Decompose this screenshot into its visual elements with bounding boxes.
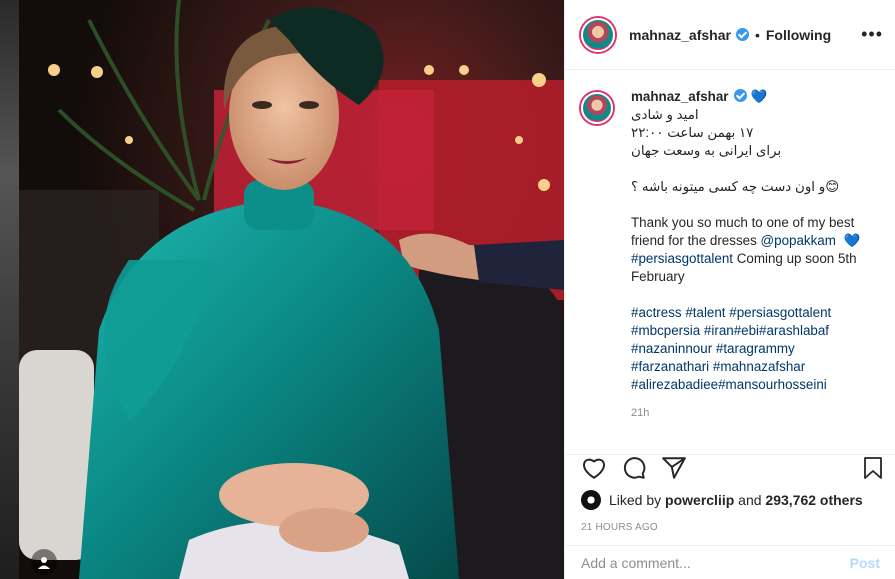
hashtags-line[interactable]: #mbcpersia #iran#ebi#arashlabaf — [631, 322, 876, 340]
send-icon[interactable] — [661, 455, 687, 481]
separator-dot: • — [754, 26, 760, 43]
caption-thanks: Thank you so much to one of my best frie… — [631, 215, 861, 284]
instagram-post-modal: mahnaz_afshar • Following ••• mahnaz_afs… — [0, 0, 895, 579]
user-tag-icon[interactable] — [31, 549, 57, 575]
comment-icon[interactable] — [621, 455, 647, 481]
hashtag-link[interactable]: #persiasgottalent — [631, 251, 733, 266]
smile-emoji-icon: 😊 — [825, 179, 840, 194]
comment-bar: Add a comment... Post — [565, 545, 895, 579]
verified-badge-icon — [735, 28, 749, 41]
avatar[interactable] — [581, 17, 615, 52]
caption-line: 😊و اون دست چه کسی میتونه باشه ؟ — [631, 179, 840, 194]
following-button[interactable]: Following — [766, 27, 831, 43]
blue-heart-icon: 💙 — [843, 233, 861, 248]
caption-line: ۱۷ بهمن ساعت ۲۲:۰۰ — [631, 125, 754, 140]
likes-summary: Liked by powercliip and 293,762 others — [581, 490, 863, 510]
background-previous-post — [0, 0, 19, 579]
post-comment-button[interactable]: Post — [850, 555, 880, 571]
mention-link[interactable]: @popakkam — [761, 233, 836, 248]
caption-line: امید و شادی — [631, 107, 699, 122]
caption-area: mahnaz_afshar 💙 امید و شادی ۱۷ بهمن ساعت … — [565, 70, 895, 454]
caption-text: mahnaz_afshar 💙 امید و شادی ۱۷ بهمن ساعت … — [631, 88, 876, 422]
post-header: mahnaz_afshar • Following ••• — [565, 0, 895, 70]
hashtags-line[interactable]: #actress #talent #persiasgottalent — [631, 304, 876, 322]
blue-heart-icon: 💙 — [750, 89, 768, 104]
liker-avatar[interactable] — [581, 490, 601, 510]
heart-icon[interactable] — [581, 455, 607, 481]
post-photo-image — [19, 0, 564, 579]
comment-input[interactable]: Add a comment... — [581, 555, 850, 571]
hashtags-line[interactable]: #alirezabadiee#mansourhosseini — [631, 376, 876, 394]
post-timestamp[interactable]: 21 HOURS AGO — [581, 522, 658, 533]
caption-line: برای ایرانی به وسعت جهان — [631, 143, 782, 158]
more-options-icon[interactable]: ••• — [861, 24, 883, 45]
hashtags-line[interactable]: #nazaninnour #taragrammy — [631, 340, 876, 358]
hashtags-line[interactable]: #farzanathari #mahnazafshar — [631, 358, 876, 376]
bookmark-icon[interactable] — [861, 455, 885, 481]
liker-username[interactable]: powercliip — [665, 492, 734, 508]
action-section: Liked by powercliip and 293,762 others 2… — [565, 454, 895, 579]
post-side-panel: mahnaz_afshar • Following ••• mahnaz_afs… — [564, 0, 895, 579]
caption-age: 21h — [631, 407, 650, 419]
caption-avatar[interactable] — [581, 92, 613, 124]
likes-count-link[interactable]: 293,762 others — [765, 492, 862, 508]
caption-username[interactable]: mahnaz_afshar — [631, 89, 729, 104]
verified-badge-icon — [733, 89, 747, 102]
post-photo[interactable] — [19, 0, 564, 579]
action-icons — [565, 455, 895, 485]
username-link[interactable]: mahnaz_afshar — [629, 27, 731, 43]
